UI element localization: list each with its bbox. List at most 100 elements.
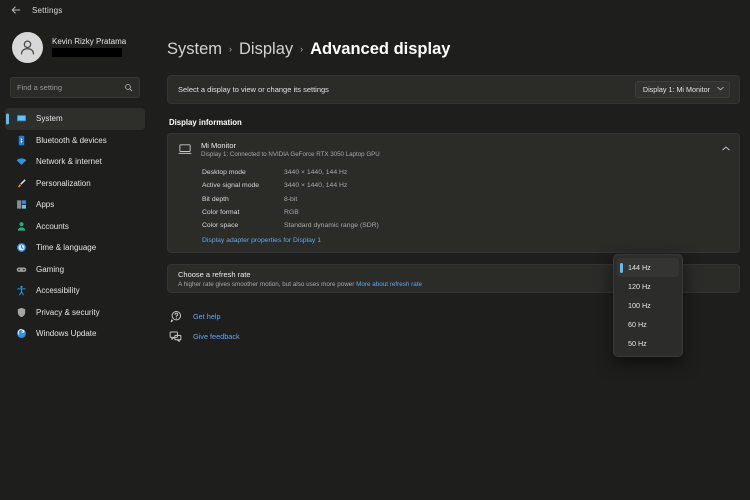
option-label: 50 Hz: [628, 339, 647, 348]
account-block[interactable]: Kevin Rizky Pratama: [0, 26, 150, 68]
search-icon[interactable]: [124, 83, 133, 92]
refresh-rate-option-50[interactable]: 50 Hz: [617, 334, 679, 353]
sidebar-item-accessibility[interactable]: Accessibility: [5, 280, 145, 302]
sidebar-item-label: Privacy & security: [36, 307, 100, 317]
table-row: Color space Standard dynamic range (SDR): [202, 219, 739, 232]
sidebar-item-system[interactable]: System: [5, 108, 145, 130]
shield-icon: [16, 307, 27, 318]
back-arrow-icon[interactable]: [10, 4, 22, 16]
sidebar: Kevin Rizky Pratama System: [0, 20, 150, 500]
display-selector-value: Display 1: Mi Monitor: [642, 85, 710, 94]
sidebar-item-label: Windows Update: [36, 329, 97, 339]
account-name: Kevin Rizky Pratama: [52, 37, 127, 46]
refresh-rate-option-100[interactable]: 100 Hz: [617, 296, 679, 315]
spec-value: 3440 × 1440, 144 Hz: [284, 182, 348, 190]
display-adapter-properties-link[interactable]: Display adapter properties for Display 1: [202, 237, 739, 244]
refresh-rate-description: A higher rate gives smoother motion, but…: [178, 280, 355, 288]
sidebar-nav: System Bluetooth & devices Network & int…: [0, 108, 150, 345]
sidebar-item-label: Network & internet: [36, 157, 102, 167]
chevron-down-icon: [717, 86, 724, 93]
display-selector-label: Select a display to view or change its s…: [178, 85, 329, 94]
monitor-connection: Display 1: Connected to NVIDIA GeForce R…: [201, 150, 380, 158]
sidebar-item-label: Accounts: [36, 221, 69, 231]
sidebar-item-label: System: [36, 114, 63, 124]
sidebar-item-privacy-security[interactable]: Privacy & security: [5, 302, 145, 324]
sidebar-item-network-internet[interactable]: Network & internet: [5, 151, 145, 173]
refresh-rate-text: Choose a refresh rate A higher rate give…: [178, 270, 422, 288]
spec-key: Active signal mode: [202, 182, 260, 190]
sidebar-item-gaming[interactable]: Gaming: [5, 259, 145, 281]
breadcrumb-system[interactable]: System: [167, 40, 222, 59]
sidebar-item-personalization[interactable]: Personalization: [5, 173, 145, 195]
chevron-up-icon[interactable]: [722, 145, 730, 153]
gaming-icon: [16, 264, 27, 275]
wifi-icon: [16, 156, 27, 167]
spec-value: 3440 × 1440, 144 Hz: [284, 169, 348, 177]
sidebar-item-label: Accessibility: [36, 286, 80, 296]
display-specs-table: Desktop mode 3440 × 1440, 144 Hz Active …: [168, 164, 739, 252]
bluetooth-icon: [16, 135, 27, 146]
search-box[interactable]: [10, 77, 140, 98]
spec-key: Color format: [202, 209, 240, 217]
help-icon: [169, 310, 182, 323]
account-email-redaction: [52, 48, 122, 57]
table-row: Active signal mode 3440 × 1440, 144 Hz: [202, 179, 739, 192]
table-row: Color format RGB: [202, 206, 739, 219]
display-information-header[interactable]: Mi Monitor Display 1: Connected to NVIDI…: [168, 134, 739, 164]
sidebar-item-label: Gaming: [36, 264, 65, 274]
sidebar-item-bluetooth-devices[interactable]: Bluetooth & devices: [5, 130, 145, 152]
breadcrumb: System › Display › Advanced display: [167, 20, 740, 75]
spec-value: 8-bit: [284, 195, 298, 203]
refresh-rate-dropdown-list[interactable]: 144 Hz 120 Hz 100 Hz 60 Hz 50 Hz: [613, 254, 683, 357]
option-label: 120 Hz: [628, 282, 651, 291]
feedback-icon: [169, 330, 182, 343]
refresh-rate-title: Choose a refresh rate: [178, 269, 251, 279]
more-about-refresh-rate-link[interactable]: More about refresh rate: [356, 281, 422, 288]
option-label: 60 Hz: [628, 320, 647, 329]
refresh-rate-subtitle: A higher rate gives smoother motion, but…: [178, 281, 422, 288]
account-meta: Kevin Rizky Pratama: [52, 37, 126, 57]
avatar: [12, 31, 43, 63]
option-label: 144 Hz: [628, 263, 651, 272]
option-label: 100 Hz: [628, 301, 651, 310]
spec-value: Standard dynamic range (SDR): [284, 222, 379, 230]
spec-key: Desktop mode: [202, 169, 246, 177]
sidebar-item-label: Personalization: [36, 178, 91, 188]
display-information-text: Mi Monitor Display 1: Connected to NVIDI…: [201, 141, 713, 158]
spec-value: RGB: [284, 209, 299, 217]
table-row: Desktop mode 3440 × 1440, 144 Hz: [202, 166, 739, 179]
system-icon: [16, 113, 27, 124]
clock-icon: [16, 242, 27, 253]
refresh-rate-option-60[interactable]: 60 Hz: [617, 315, 679, 334]
monitor-name: Mi Monitor: [201, 140, 237, 150]
breadcrumb-separator: ›: [229, 44, 233, 54]
accessibility-icon: [16, 285, 27, 296]
update-icon: [16, 328, 27, 339]
sidebar-item-label: Time & language: [36, 243, 97, 253]
display-information-card: Mi Monitor Display 1: Connected to NVIDI…: [167, 133, 740, 254]
paintbrush-icon: [16, 178, 27, 189]
page-title: Advanced display: [310, 40, 451, 58]
sidebar-item-apps[interactable]: Apps: [5, 194, 145, 216]
title-bar: Settings: [0, 0, 750, 20]
refresh-rate-option-144[interactable]: 144 Hz: [617, 258, 679, 277]
spec-key: Color space: [202, 222, 239, 230]
monitor-icon: [178, 142, 192, 156]
sidebar-item-label: Bluetooth & devices: [36, 135, 107, 145]
spec-key: Bit depth: [202, 195, 229, 203]
search-input[interactable]: [17, 83, 124, 92]
settings-window: Settings Kevin Rizky Pratama Find a sett…: [0, 0, 750, 500]
display-information-heading: Display information: [169, 118, 242, 127]
sidebar-item-windows-update[interactable]: Windows Update: [5, 323, 145, 345]
sidebar-item-time-language[interactable]: Time & language: [5, 237, 145, 259]
table-row: Bit depth 8-bit: [202, 193, 739, 206]
footer-link-label: Get help: [193, 312, 221, 322]
footer-link-label: Give feedback: [193, 332, 240, 342]
apps-icon: [16, 199, 27, 210]
breadcrumb-display[interactable]: Display: [239, 40, 293, 59]
display-selector-row: Select a display to view or change its s…: [167, 75, 740, 104]
window-title: Settings: [32, 5, 63, 15]
sidebar-item-accounts[interactable]: Accounts: [5, 216, 145, 238]
refresh-rate-option-120[interactable]: 120 Hz: [617, 277, 679, 296]
display-selector-dropdown[interactable]: Display 1: Mi Monitor: [634, 81, 730, 98]
